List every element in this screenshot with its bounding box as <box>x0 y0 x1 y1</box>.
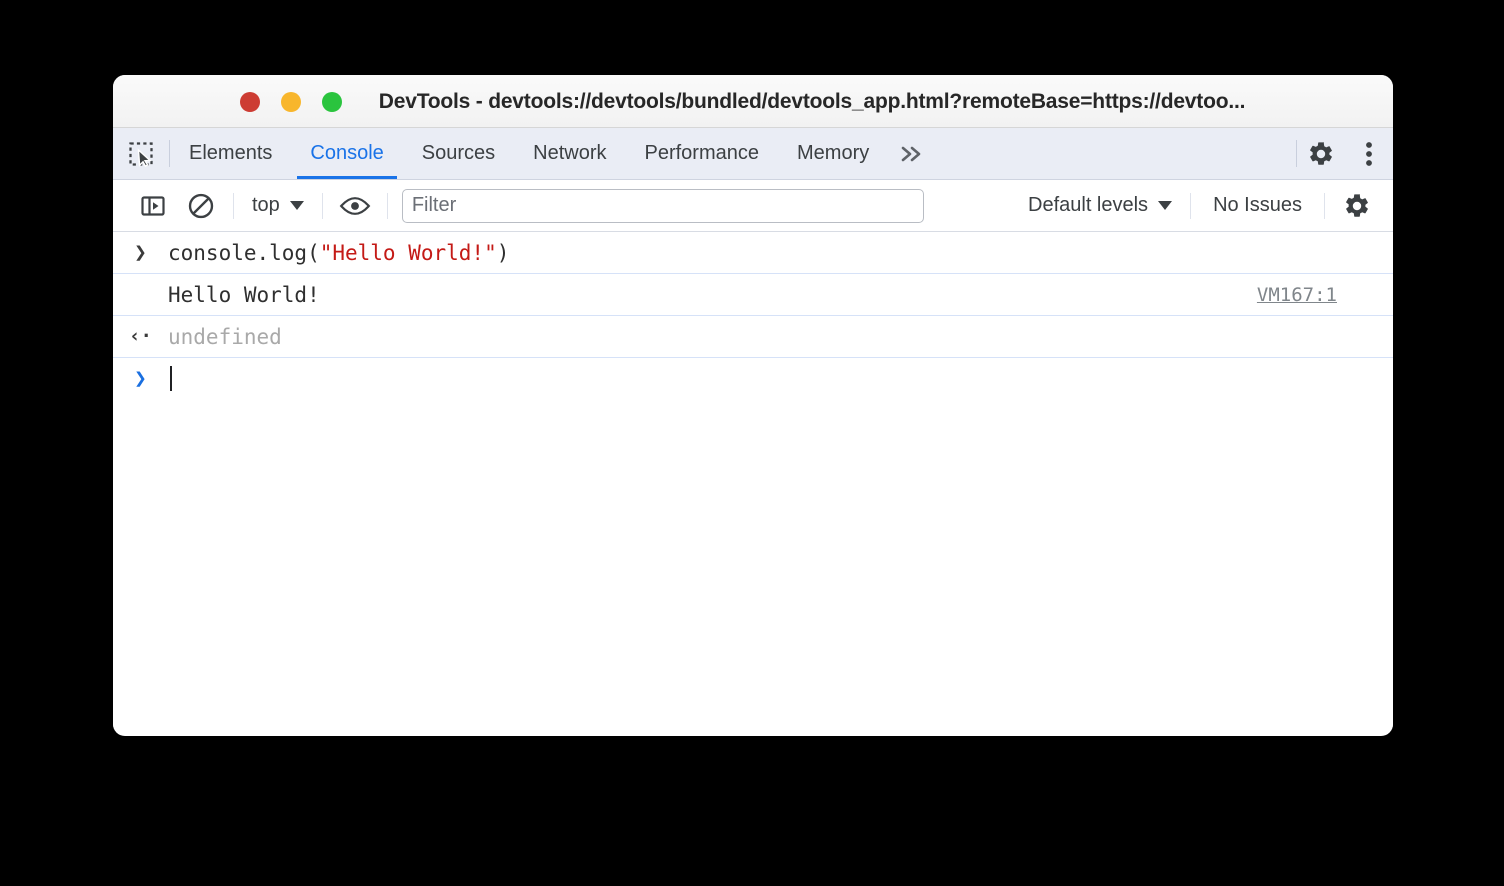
code-token: console.log( <box>168 241 320 265</box>
log-levels-label: Default levels <box>1028 194 1148 217</box>
tab-label: Elements <box>189 142 272 165</box>
code-token-string: "Hello World!" <box>320 241 497 265</box>
log-levels-selector[interactable]: Default levels <box>1018 194 1182 217</box>
kebab-menu-icon <box>1365 139 1373 169</box>
console-message-list[interactable]: ❯ console.log( "Hello World!" ) Hello Wo… <box>113 232 1393 735</box>
more-tabs-button[interactable] <box>888 128 938 179</box>
console-toolbar: top Default levels No Is <box>113 180 1393 232</box>
console-output-text: Hello World! <box>168 283 1393 307</box>
tab-performance[interactable]: Performance <box>626 128 779 179</box>
clear-console-icon <box>187 192 215 220</box>
chevron-double-right-icon <box>896 141 926 167</box>
tab-elements[interactable]: Elements <box>170 128 291 179</box>
text-cursor <box>170 366 172 391</box>
output-message: Hello World! <box>168 283 320 307</box>
gear-icon <box>1307 140 1335 168</box>
execution-context-selector[interactable]: top <box>242 194 314 217</box>
tab-label: Memory <box>797 142 869 165</box>
clear-console-button[interactable] <box>177 186 225 226</box>
console-prompt-input[interactable] <box>168 366 1393 391</box>
toolbar-divider-2 <box>322 193 323 219</box>
screen: DevTools - devtools://devtools/bundled/d… <box>0 0 1504 886</box>
toolbar-divider-3 <box>387 193 388 219</box>
inspect-element-button[interactable] <box>113 128 169 179</box>
issues-counter[interactable]: No Issues <box>1199 194 1316 217</box>
tab-console[interactable]: Console <box>291 128 402 179</box>
tab-label: Performance <box>645 142 760 165</box>
tabbar-spacer <box>938 128 1296 179</box>
tab-network[interactable]: Network <box>514 128 625 179</box>
chevron-down-icon <box>1158 201 1172 210</box>
eye-icon <box>339 194 371 218</box>
create-live-expression-button[interactable] <box>331 186 379 226</box>
chevron-down-icon <box>290 201 304 210</box>
console-filter-input[interactable] <box>402 189 924 223</box>
tab-memory[interactable]: Memory <box>778 128 888 179</box>
console-result-text: undefined <box>168 325 1393 349</box>
result-arrow-icon: ‹· <box>113 325 168 349</box>
result-value: undefined <box>168 325 282 349</box>
console-settings-button[interactable] <box>1333 186 1381 226</box>
console-input-text: console.log( "Hello World!" ) <box>168 241 1393 265</box>
tab-label: Console <box>310 142 383 165</box>
toolbar-divider-5 <box>1324 193 1325 219</box>
tab-label: Sources <box>422 142 495 165</box>
inspect-element-icon <box>128 141 154 167</box>
window-titlebar: DevTools - devtools://devtools/bundled/d… <box>113 75 1393 128</box>
console-prompt-row[interactable]: ❯ <box>113 358 1393 400</box>
console-output-row[interactable]: Hello World! VM167:1 <box>113 274 1393 316</box>
active-prompt-icon: ❯ <box>113 366 168 392</box>
toolbar-divider-4 <box>1190 193 1191 219</box>
code-token: ) <box>497 241 510 265</box>
toolbar-divider <box>233 193 234 219</box>
console-result-row[interactable]: ‹· undefined <box>113 316 1393 358</box>
tab-label: Network <box>533 142 606 165</box>
console-settings-gear-icon <box>1343 192 1371 220</box>
console-input-row[interactable]: ❯ console.log( "Hello World!" ) <box>113 232 1393 274</box>
devtools-tabbar: Elements Console Sources Network Perform… <box>113 128 1393 180</box>
devtools-window: DevTools - devtools://devtools/bundled/d… <box>113 75 1393 736</box>
devtools-settings-button[interactable] <box>1297 128 1345 179</box>
show-console-sidebar-icon <box>140 193 166 219</box>
input-prompt-icon: ❯ <box>113 240 168 266</box>
tab-sources[interactable]: Sources <box>403 128 514 179</box>
source-link[interactable]: VM167:1 <box>1257 284 1337 306</box>
console-sidebar-toggle-button[interactable] <box>129 186 177 226</box>
execution-context-label: top <box>252 194 280 217</box>
devtools-main-menu-button[interactable] <box>1345 128 1393 179</box>
output-gutter <box>113 294 168 296</box>
window-title: DevTools - devtools://devtools/bundled/d… <box>253 75 1371 128</box>
